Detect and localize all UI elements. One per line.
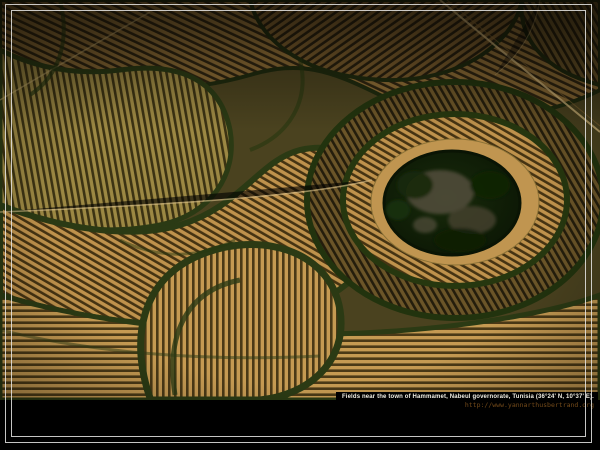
caption-text: Fields near the town of Hammamet, Nabeul… xyxy=(342,393,594,401)
photo-caption: Fields near the town of Hammamet, Nabeul… xyxy=(336,392,598,412)
aerial-photo xyxy=(0,0,600,400)
aerial-photo-illustration xyxy=(0,0,600,400)
wallpaper-canvas: Fields near the town of Hammamet, Nabeul… xyxy=(0,0,600,450)
caption-url: http://www.yannarthusbertrand.org xyxy=(342,401,594,410)
